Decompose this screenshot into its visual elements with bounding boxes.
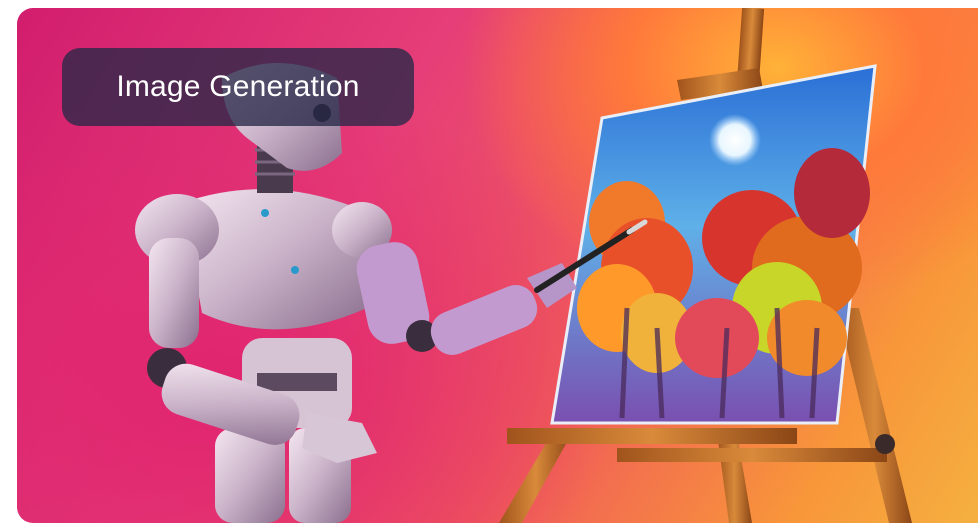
card-title-badge: Image Generation bbox=[62, 48, 414, 126]
robot bbox=[135, 63, 648, 523]
painting-canvas bbox=[550, 64, 877, 425]
image-generation-card[interactable]: Image Generation bbox=[17, 8, 978, 523]
